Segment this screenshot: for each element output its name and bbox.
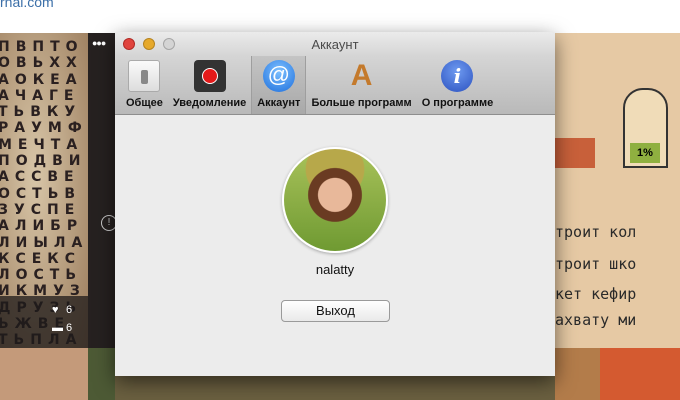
more-icon[interactable]: ●●● <box>92 38 106 48</box>
drawing-text: ахвату ми <box>555 311 637 329</box>
photo-stats: ♥ 6 ▬ 6 <box>0 296 88 348</box>
tab-label: Уведомление <box>172 97 247 109</box>
title-bar[interactable]: Аккаунт <box>115 32 555 56</box>
tab-more-apps[interactable]: A Больше программ <box>306 56 416 114</box>
tab-about[interactable]: i О программе <box>417 56 499 114</box>
site-link[interactable]: rnal.com <box>0 0 54 10</box>
comment-icon: ▬ <box>52 322 63 334</box>
at-icon: @ <box>262 60 295 92</box>
minimize-button[interactable] <box>143 38 155 50</box>
window-title: Аккаунт <box>311 37 359 52</box>
info-icon: i <box>441 60 474 92</box>
likes-count: 6 <box>66 304 73 316</box>
tab-label: Аккаунт <box>257 97 301 109</box>
avatar <box>282 147 388 253</box>
percent-label: 1% <box>630 143 660 163</box>
record-icon <box>193 60 226 92</box>
drawing-text: кет кефир <box>555 285 637 303</box>
tab-label: Больше программ <box>311 97 412 109</box>
logout-button[interactable]: Выход <box>281 300 390 322</box>
tab-general[interactable]: Общее <box>121 56 168 114</box>
tab-label: Общее <box>126 97 163 109</box>
toolbar: Общее Уведомление @ Аккаунт A Больше про… <box>115 56 555 115</box>
photo-drawing[interactable]: 1% трoит кол трoит шко кет кефир ахвату … <box>555 33 680 350</box>
drawing-text: трoит кол <box>555 223 637 241</box>
dark-panel <box>88 33 115 348</box>
heart-icon: ♥ <box>52 304 59 316</box>
tab-account[interactable]: @ Аккаунт <box>251 56 307 114</box>
close-button[interactable] <box>123 38 135 50</box>
comments-count: 6 <box>66 322 73 334</box>
tab-notifications[interactable]: Уведомление <box>168 56 251 114</box>
account-window: Аккаунт Общее Уведомление @ Аккаунт A Бо… <box>115 32 555 376</box>
drawing-text: трoит шко <box>555 255 637 273</box>
zoom-button[interactable] <box>163 38 175 50</box>
switch-icon <box>128 60 161 92</box>
tab-label: О программе <box>421 97 494 109</box>
drawing-bricks <box>555 138 595 168</box>
username: nalatty <box>315 262 355 277</box>
app-store-icon: A <box>350 59 373 92</box>
